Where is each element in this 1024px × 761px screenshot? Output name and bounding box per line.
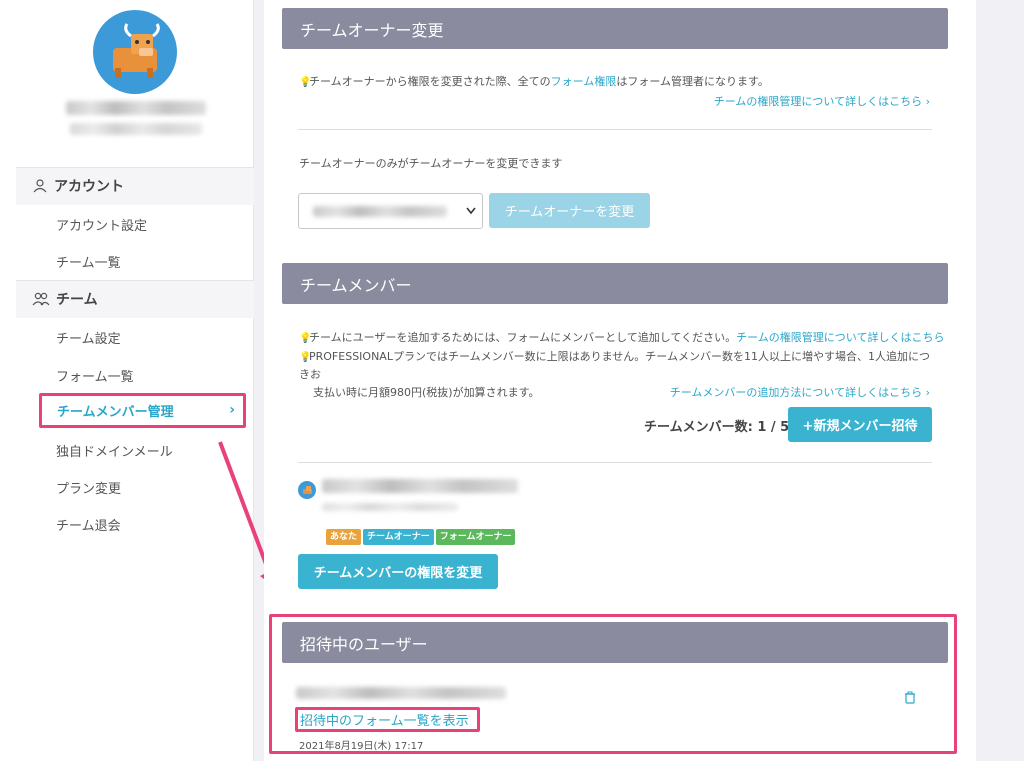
user-email-redacted xyxy=(70,123,202,135)
only-owner-text: チームオーナーのみがチームオーナーを変更できます xyxy=(299,157,563,170)
member-badges: あなた チームオーナー フォームオーナー xyxy=(326,524,517,545)
owner-note-prefix: チームオーナーから権限を変更された際、全ての xyxy=(309,75,551,88)
owner-select-value-redacted xyxy=(313,206,447,217)
sidebar-section-team: チーム xyxy=(16,280,254,318)
chevron-right-icon: › xyxy=(925,95,930,108)
sidebar-item-plan-change[interactable]: プラン変更 xyxy=(56,478,121,497)
invited-date: 2021年8月19日(木) 17:17 xyxy=(299,741,424,752)
change-member-permission-button[interactable]: チームメンバーの権限を変更 xyxy=(298,554,498,589)
owner-note-suffix: はフォーム管理者になります。 xyxy=(616,75,769,88)
change-owner-button[interactable]: チームオーナーを変更 xyxy=(489,193,650,228)
invite-member-button[interactable]: +新規メンバー招待 xyxy=(788,407,932,442)
user-icon xyxy=(33,179,47,193)
user-name-redacted xyxy=(66,101,206,115)
divider xyxy=(298,462,932,463)
sidebar-item-team-member-management[interactable]: チームメンバー管理 › xyxy=(39,393,246,428)
sidebar-item-account-settings[interactable]: アカウント設定 xyxy=(56,215,147,234)
sidebar-item-team-settings[interactable]: チーム設定 xyxy=(56,328,121,347)
bull-icon xyxy=(303,486,312,494)
divider xyxy=(298,129,932,130)
sidebar: アカウント アカウント設定 チーム一覧 チーム チーム設定 フォーム一覧 チーム… xyxy=(0,0,254,761)
sidebar-section-account-label: アカウント xyxy=(54,179,124,195)
owner-note: 💡チームオーナーから権限を変更された際、全てのフォーム権限はフォーム管理者になり… xyxy=(299,73,769,89)
right-margin xyxy=(976,0,1024,761)
sidebar-item-team-member-management-label: チームメンバー管理 xyxy=(57,405,174,420)
members-note-1-text: チームにユーザーを追加するためには、フォームにメンバーとして追加してください。 xyxy=(309,331,737,344)
bulb-icon: 💡 xyxy=(299,333,312,344)
member-count: チームメンバー数: 1 / 5 xyxy=(644,420,790,435)
sidebar-item-team-list[interactable]: チーム一覧 xyxy=(56,252,121,271)
team-owner-header: チームオーナー変更 xyxy=(282,8,948,49)
invited-users-highlight xyxy=(269,614,957,754)
team-owner-header-title: チームオーナー変更 xyxy=(300,20,444,40)
avatar xyxy=(93,10,177,94)
badge-team-owner: チームオーナー xyxy=(363,529,434,545)
team-members-header-title: チームメンバー xyxy=(300,275,412,295)
badge-you: あなた xyxy=(326,529,362,545)
member-email-redacted xyxy=(322,503,458,511)
sidebar-item-leave-team[interactable]: チーム退会 xyxy=(56,515,121,534)
members-note-1: 💡チームにユーザーを追加するためには、フォームにメンバーとして追加してください。… xyxy=(299,329,944,345)
sidebar-item-form-list[interactable]: フォーム一覧 xyxy=(56,366,134,385)
invited-email-redacted xyxy=(296,687,506,699)
bulb-icon: 💡 xyxy=(299,77,312,88)
add-member-method-link-label: チームメンバーの追加方法について詳しくはこちら xyxy=(669,386,923,399)
team-permission-detail-link[interactable]: チームの権限管理について詳しくはこちら › xyxy=(714,93,930,109)
sidebar-item-custom-domain-mail[interactable]: 独自ドメインメール xyxy=(56,441,173,460)
member-name-redacted xyxy=(322,479,518,493)
show-invited-forms-link[interactable]: 招待中のフォーム一覧を表示 xyxy=(295,707,480,732)
team-members-header: チームメンバー xyxy=(282,263,948,304)
badge-form-owner: フォームオーナー xyxy=(435,529,516,545)
owner-select[interactable] xyxy=(298,193,483,229)
trash-icon[interactable] xyxy=(904,691,916,704)
users-icon xyxy=(32,292,50,306)
members-note-2-line1: PROFESSIONALプランではチームメンバー数に上限はありません。チームメン… xyxy=(299,350,930,381)
sidebar-section-team-label: チーム xyxy=(56,292,98,308)
show-invited-forms-link-label: 招待中のフォーム一覧を表示 xyxy=(300,714,469,729)
team-permission-detail-link-label: チームの権限管理について詳しくはこちら xyxy=(713,95,923,108)
bull-icon xyxy=(113,23,160,78)
sidebar-section-account: アカウント xyxy=(16,167,254,205)
chevron-right-icon: › xyxy=(229,402,235,418)
bulb-icon: 💡 xyxy=(299,352,312,363)
chevron-right-icon: › xyxy=(925,386,930,399)
team-permission-link[interactable]: チームの権限管理について詳しくはこちら xyxy=(736,331,944,344)
add-member-method-link[interactable]: チームメンバーの追加方法について詳しくはこちら › xyxy=(670,384,930,400)
chevron-down-icon xyxy=(466,207,476,215)
member-avatar xyxy=(298,481,316,499)
form-permission-link[interactable]: フォーム権限 xyxy=(551,75,617,88)
